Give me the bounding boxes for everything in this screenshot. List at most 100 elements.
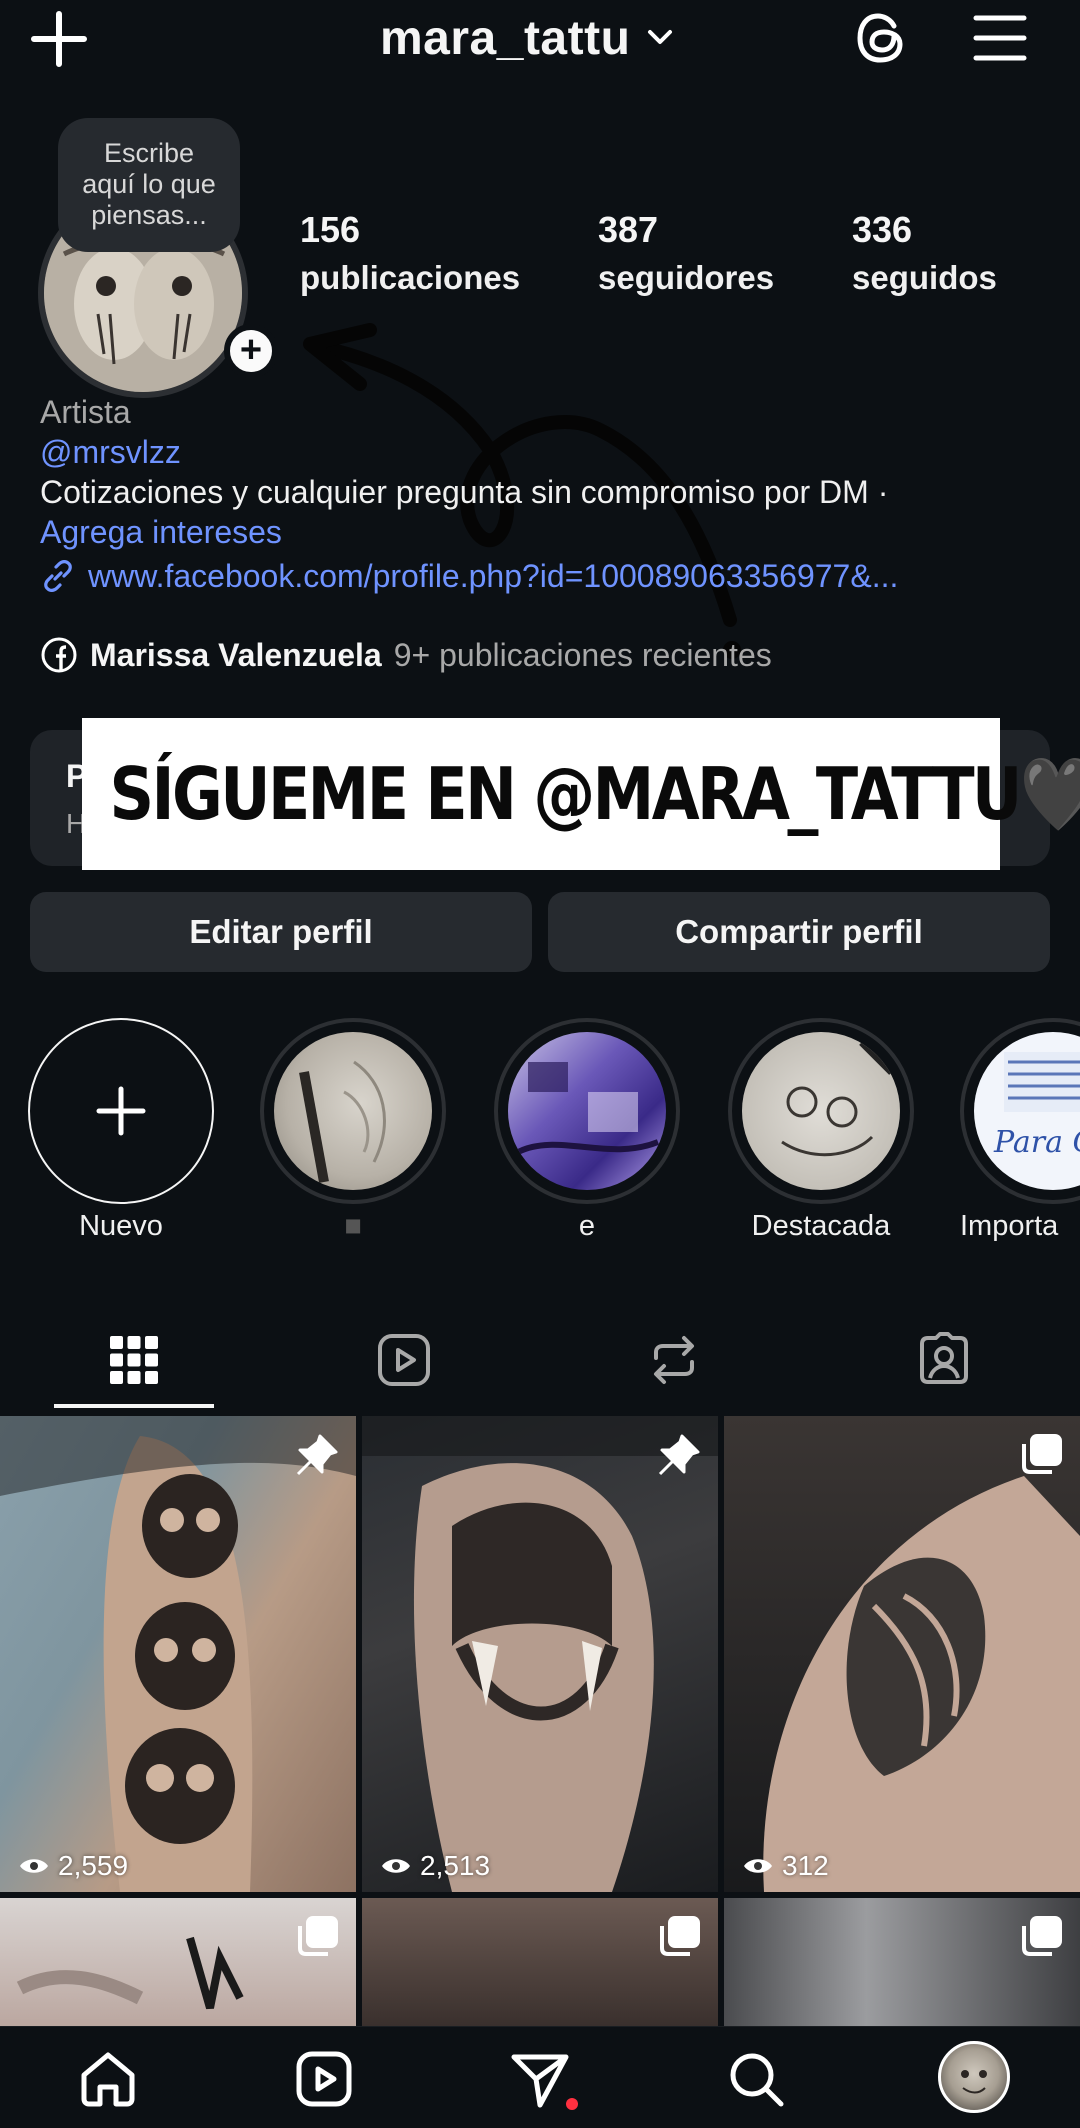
facebook-row[interactable]: Marissa Valenzuela 9+ publicaciones reci… — [40, 636, 772, 674]
profile-tabs — [0, 1310, 1080, 1410]
highlight-cover — [494, 1018, 680, 1204]
highlight-item[interactable]: e — [492, 1018, 682, 1243]
highlight-item[interactable]: Para Goti Importa — [960, 1018, 1080, 1243]
hamburger-menu-icon — [973, 15, 1027, 61]
username-label: mara_tattu — [380, 11, 631, 65]
instagram-profile-screen: mara_tattu + Escribe aquí lo que piensas… — [0, 0, 1080, 2128]
eye-icon — [382, 1859, 410, 1873]
share-profile-button[interactable]: Compartir perfil — [548, 892, 1050, 972]
profile-avatar — [938, 2041, 1010, 2113]
carousel-icon — [658, 1914, 702, 1963]
top-bar: mara_tattu — [0, 0, 1080, 80]
carousel-icon — [1020, 1432, 1064, 1481]
stat-following[interactable]: 336 seguidos — [852, 206, 997, 302]
view-count: 2,559 — [18, 1850, 128, 1882]
note-line: piensas... — [91, 200, 207, 230]
external-link-text: www.facebook.com/profile.php?id=10008906… — [88, 558, 899, 594]
facebook-recent-posts: 9+ publicaciones recientes — [393, 636, 772, 673]
overlay-banner: SÍGUEME EN @MARA_TATTU🖤 — [82, 718, 1080, 870]
reposts-icon — [654, 1336, 694, 1384]
search-icon — [730, 2053, 784, 2107]
external-link[interactable]: www.facebook.com/profile.php?id=10008906… — [40, 556, 1050, 596]
tab-posts-grid[interactable] — [54, 1310, 214, 1410]
nav-home[interactable] — [76, 2047, 140, 2111]
threads-button[interactable] — [852, 8, 912, 68]
note-line: aquí lo que — [82, 169, 216, 199]
category-label: Artista — [40, 394, 131, 430]
grid-icon — [110, 1336, 158, 1384]
stat-label: publicaciones — [300, 259, 521, 296]
highlight-label: Destacada — [751, 1210, 891, 1242]
stat-followers[interactable]: 387 seguidores — [598, 206, 774, 302]
link-icon — [44, 560, 72, 592]
pin-icon — [294, 1432, 340, 1483]
post-tile[interactable]: 312 — [724, 1416, 1080, 1892]
stat-label: seguidores — [598, 259, 775, 296]
create-post-button[interactable] — [28, 8, 90, 70]
add-story-button[interactable]: + — [224, 324, 278, 378]
facebook-icon — [41, 637, 77, 673]
stat-value: 156 — [300, 209, 361, 250]
new-highlight-circle — [28, 1018, 214, 1204]
carousel-icon — [296, 1914, 340, 1963]
account-switcher[interactable]: mara_tattu — [380, 6, 674, 70]
post-tile[interactable] — [362, 1898, 718, 2026]
note-bubble[interactable]: Escribe aquí lo que piensas... — [58, 118, 240, 252]
svg-text:Para Goti: Para Goti — [993, 1125, 1080, 1160]
highlight-label: Importa — [960, 1210, 1059, 1242]
posts-grid: 2,559 2,513 312 — [0, 1416, 1080, 2026]
nav-reels[interactable] — [292, 2047, 356, 2111]
threads-icon — [857, 13, 903, 63]
stat-value: 336 — [852, 209, 913, 250]
stat-posts[interactable]: 156 publicaciones — [300, 206, 520, 302]
highlight-cover — [728, 1018, 914, 1204]
home-icon — [81, 2052, 135, 2107]
eye-icon — [20, 1859, 48, 1873]
bottom-navigation — [0, 2026, 1080, 2128]
tab-reels[interactable] — [324, 1310, 484, 1410]
highlight-label: Nuevo — [79, 1210, 163, 1242]
plus-icon — [31, 11, 87, 67]
view-count: 2,513 — [380, 1850, 490, 1882]
highlight-cover — [260, 1018, 446, 1204]
post-tile[interactable] — [0, 1898, 356, 2026]
tab-reposts[interactable] — [594, 1310, 754, 1410]
pin-icon — [656, 1432, 702, 1483]
menu-button[interactable] — [970, 10, 1030, 66]
add-interests-link[interactable]: Agrega intereses — [40, 512, 1050, 552]
view-count: 312 — [742, 1850, 829, 1882]
view-count-text: 2,559 — [58, 1850, 129, 1881]
reels-icon — [378, 1334, 430, 1386]
eye-icon — [744, 1859, 772, 1873]
carousel-icon — [1020, 1914, 1064, 1963]
post-tile[interactable]: 2,513 — [362, 1416, 718, 1892]
edit-profile-button[interactable]: Editar perfil — [30, 892, 532, 972]
nav-search[interactable] — [724, 2047, 788, 2111]
nav-profile[interactable] — [936, 2039, 1012, 2115]
highlight-label: ■ — [344, 1210, 362, 1242]
plus-icon — [96, 1086, 146, 1136]
reels-icon — [296, 2051, 352, 2107]
stat-label: seguidos — [852, 259, 997, 296]
note-line: Escribe — [103, 138, 195, 168]
post-tile[interactable] — [724, 1898, 1080, 2026]
active-tab-indicator — [54, 1404, 214, 1408]
chevron-down-icon — [648, 30, 673, 44]
tab-tagged[interactable] — [864, 1310, 1024, 1410]
bio-description: Cotizaciones y cualquier pregunta sin co… — [40, 474, 889, 510]
banner-text: SÍGUEME EN @MARA_TATTU🖤 — [82, 718, 1080, 870]
view-count-text: 2,513 — [420, 1850, 491, 1881]
stat-value: 387 — [598, 209, 659, 250]
post-tile[interactable]: 2,559 — [0, 1416, 356, 1892]
nav-direct-messages[interactable] — [508, 2047, 572, 2111]
notification-dot — [566, 2098, 578, 2110]
highlight-item[interactable]: Destacada — [726, 1018, 916, 1243]
view-count-text: 312 — [782, 1850, 829, 1881]
highlight-new[interactable]: Nuevo — [26, 1018, 216, 1243]
highlight-item[interactable]: ■ — [258, 1018, 448, 1243]
facebook-name: Marissa Valenzuela — [90, 636, 382, 673]
tagged-icon — [920, 1332, 968, 1384]
threads-handle-link[interactable]: @mrsvlzz — [40, 432, 1050, 472]
highlight-label: e — [578, 1210, 596, 1242]
bio-section: Artista @mrsvlzz Cotizaciones y cualquie… — [40, 392, 1050, 596]
